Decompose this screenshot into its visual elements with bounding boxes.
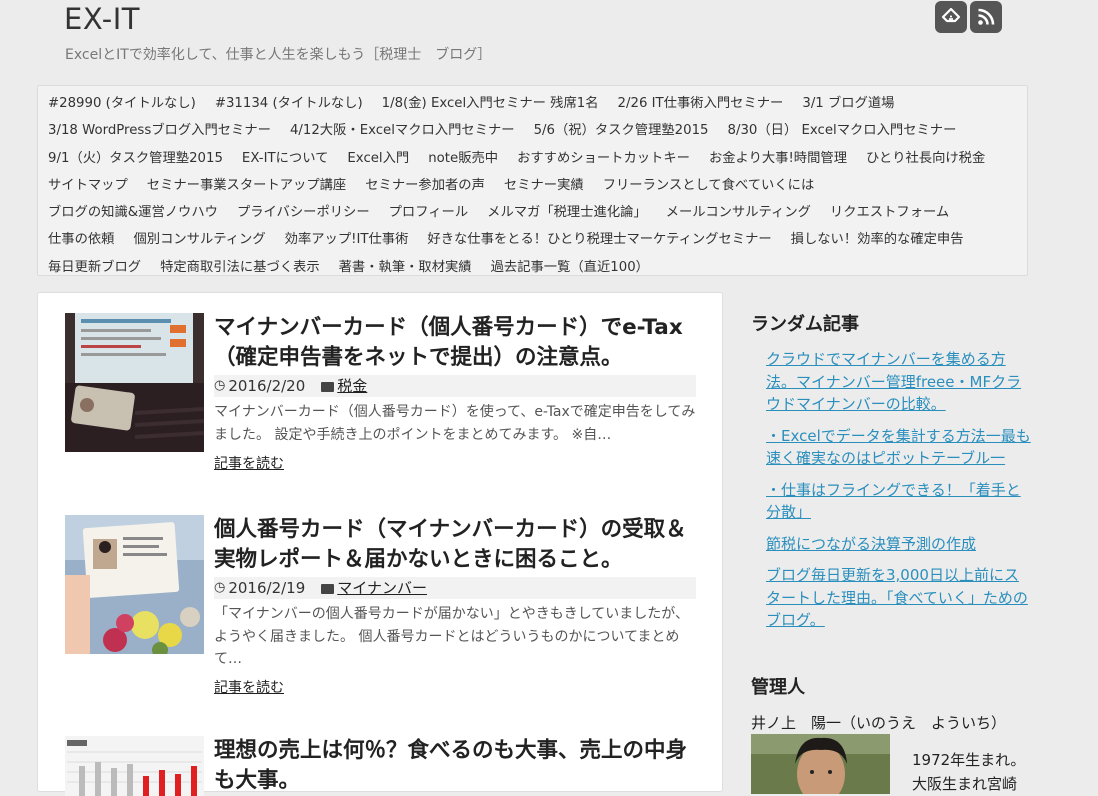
post-meta: ◷ 2016/2/19 マイナンバー — [214, 577, 696, 599]
nav-link[interactable]: 3/18 WordPressブログ入門セミナー — [48, 117, 271, 144]
nav-link[interactable]: 個別コンサルティング — [133, 226, 265, 253]
nav-link[interactable]: 4/12大阪・Excelマクロ入門セミナー — [290, 117, 515, 144]
admin-name: 井ノ上 陽一（いのうえ よういち） — [751, 714, 1007, 732]
post-list: マイナンバーカード（個人番号カード）でe-Tax（確定申告書をネットで提出）の注… — [37, 292, 723, 796]
post-date: 2016/2/20 — [228, 377, 306, 395]
random-post-link[interactable]: ・仕事はフライングできる！「着手と分散」 — [766, 479, 1031, 524]
nav-link[interactable]: ブログの知識&運営ノウハウ — [48, 199, 218, 226]
post-thumbnail[interactable] — [65, 313, 204, 452]
admin-bio: 1972年生まれ。 大阪生まれ宮崎 — [912, 751, 1026, 793]
read-more-link[interactable]: 記事を読む — [214, 677, 284, 697]
post-meta: ◷ 2016/2/20 税金 — [214, 375, 696, 397]
nav-link[interactable]: セミナー実績 — [504, 172, 584, 199]
post-item: 理想の売上は何％？食べるのも大事、売上の中身も大事。 — [65, 736, 697, 796]
random-post-link[interactable]: ブログ毎日更新を3,000日以上前にスタートした理由。「食べていく」ためのブログ… — [766, 564, 1031, 632]
post-thumbnail[interactable] — [65, 515, 204, 654]
nav-link[interactable]: 9/1（火）タスク管理塾2015 — [48, 145, 223, 172]
nav-link[interactable]: 毎日更新ブログ — [48, 254, 141, 281]
nav-link[interactable]: 1/8(金) Excel入門セミナー 残席1名 — [382, 90, 599, 117]
nav-link[interactable]: 3/1 ブログ道場 — [802, 90, 894, 117]
nav-link[interactable]: 好きな仕事をとる！ひとり税理士マーケティングセミナー — [427, 226, 771, 253]
nav-link[interactable]: セミナー事業スタートアップ講座 — [147, 172, 346, 199]
folder-icon — [321, 584, 335, 594]
post-title[interactable]: 個人番号カード（マイナンバーカード）の受取＆実物レポート＆届かないときに困ること… — [214, 515, 696, 575]
post-item: 個人番号カード（マイナンバーカード）の受取＆実物レポート＆届かないときに困ること… — [65, 515, 697, 697]
nav-link[interactable]: note販売中 — [428, 145, 498, 172]
random-post-link[interactable]: クラウドでマイナンバーを集める方法。マイナンバー管理freee・MFクラウドマイ… — [766, 348, 1031, 416]
post-date: 2016/2/19 — [228, 579, 306, 597]
nav-link[interactable]: 損しない！効率的な確定申告 — [791, 226, 964, 253]
random-post-link[interactable]: 節税につながる決算予測の作成 — [766, 533, 1031, 556]
post-thumbnail[interactable] — [65, 736, 204, 796]
nav-link[interactable]: メールコンサルティング — [666, 199, 811, 226]
nav-link[interactable]: 仕事の依頼 — [48, 226, 114, 253]
feedly-icon[interactable] — [935, 1, 967, 33]
post-title[interactable]: 理想の売上は何％？食べるのも大事、売上の中身も大事。 — [214, 736, 696, 796]
nav-link[interactable]: 効率アップ!IT仕事術 — [285, 226, 409, 253]
nav-link[interactable]: セミナー参加者の声 — [365, 172, 485, 199]
nav-link[interactable]: フリーランスとして食べていくには — [603, 172, 815, 199]
clock-icon: ◷ — [214, 580, 226, 595]
page-navigation: #28990 (タイトルなし) #31134 (タイトルなし) 1/8(金) Exc… — [37, 85, 1028, 276]
nav-link[interactable]: 5/6（祝）タスク管理塾2015 — [534, 117, 709, 144]
social-links — [935, 1, 1002, 33]
site-tagline: ExcelとITで効率化して、仕事と人生を楽しもう［税理士 ブログ］ — [65, 47, 492, 63]
nav-link[interactable]: #31134 (タイトルなし) — [215, 90, 363, 117]
nav-link[interactable]: 2/26 IT仕事術入門セミナー — [618, 90, 784, 117]
category-link[interactable]: 税金 — [321, 375, 367, 397]
post-excerpt: マイナンバーカード（個人番号カード）を使って、e-Taxで確定申告をしてみました… — [214, 404, 696, 443]
rss-icon[interactable] — [970, 1, 1002, 33]
nav-link[interactable]: 著書・執筆・取材実績 — [339, 254, 472, 281]
random-posts-heading: ランダム記事 — [751, 314, 859, 335]
admin-heading: 管理人 — [751, 677, 805, 698]
random-post-link[interactable]: ・Excelでデータを集計する方法一最も速く確実なのはピボットテーブル一 — [766, 425, 1031, 470]
nav-link[interactable]: プロフィール — [389, 199, 469, 226]
nav-link[interactable]: 8/30（日） Excelマクロ入門セミナー — [728, 117, 957, 144]
folder-icon — [321, 382, 335, 392]
nav-link[interactable]: ひとり社長向け税金 — [866, 145, 985, 172]
post-item: マイナンバーカード（個人番号カード）でe-Tax（確定申告書をネットで提出）の注… — [65, 313, 697, 473]
nav-link[interactable]: EX-ITについて — [242, 145, 328, 172]
nav-link[interactable]: おすすめショートカットキー — [517, 145, 690, 172]
post-excerpt: 「マイナンバーの個人番号カードが届かない」とやきもきしていましたが、ようやく届き… — [214, 606, 690, 667]
nav-link[interactable]: #28990 (タイトルなし) — [48, 90, 196, 117]
nav-link[interactable]: メルマガ「税理士進化論」 — [487, 199, 647, 226]
clock-icon: ◷ — [214, 378, 226, 393]
read-more-link[interactable]: 記事を読む — [214, 453, 284, 473]
nav-link[interactable]: お金より大事!時間管理 — [709, 145, 847, 172]
admin-photo — [751, 734, 890, 794]
site-title[interactable]: EX-IT — [64, 2, 140, 36]
nav-link[interactable]: サイトマップ — [48, 172, 128, 199]
nav-link[interactable]: リクエストフォーム — [830, 199, 949, 226]
nav-link[interactable]: 特定商取引法に基づく表示 — [160, 254, 320, 281]
random-posts-list: クラウドでマイナンバーを集める方法。マイナンバー管理freee・MFクラウドマイ… — [766, 348, 1031, 641]
nav-link[interactable]: プライバシーポリシー — [237, 199, 370, 226]
post-title[interactable]: マイナンバーカード（個人番号カード）でe-Tax（確定申告書をネットで提出）の注… — [214, 313, 696, 373]
category-link[interactable]: マイナンバー — [321, 577, 427, 599]
nav-link[interactable]: 過去記事一覧（直近100） — [491, 254, 649, 281]
nav-link[interactable]: Excel入門 — [347, 145, 409, 172]
